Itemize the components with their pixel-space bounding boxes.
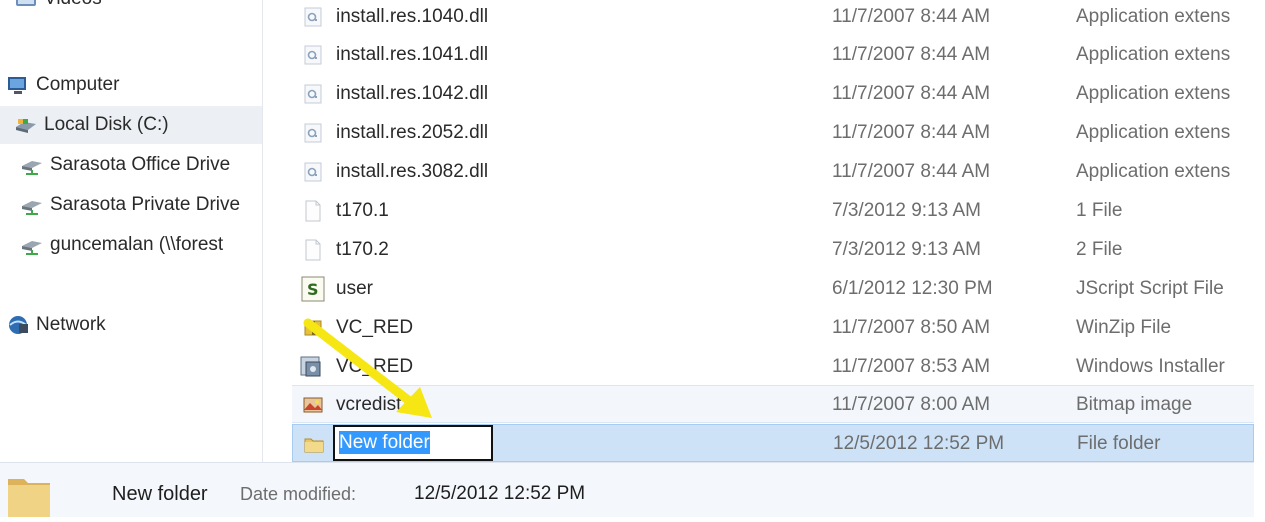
file-row[interactable]: t170.1 7/3/2012 9:13 AM 1 File: [292, 192, 1254, 230]
dll-file-icon: [302, 83, 324, 105]
network-drive-icon: [20, 234, 44, 256]
file-row[interactable]: install.res.1041.dll 11/7/2007 8:44 AM A…: [292, 36, 1254, 74]
nav-item-label: Sarasota Office Drive: [50, 154, 231, 175]
file-type: File folder: [1077, 433, 1161, 454]
file-row[interactable]: t170.2 7/3/2012 9:13 AM 2 File: [292, 231, 1254, 269]
winzip-file-icon: [302, 317, 324, 339]
dll-file-icon: [302, 44, 324, 66]
rename-input[interactable]: New folder: [333, 425, 493, 461]
nav-item-label: guncemalan (\\forest: [50, 234, 224, 255]
file-list: install.res.1040.dll 11/7/2007 8:44 AM A…: [292, 0, 1254, 462]
file-date: 6/1/2012 12:30 PM: [832, 278, 993, 299]
file-type: Application extens: [1076, 83, 1231, 104]
dll-file-icon: [302, 6, 324, 28]
file-row-new-folder[interactable]: New folder 12/5/2012 12:52 PM File folde…: [292, 424, 1254, 462]
bitmap-file-icon: [302, 394, 324, 416]
file-date: 11/7/2007 8:44 AM: [832, 83, 991, 104]
rename-text: New folder: [339, 431, 430, 454]
file-name: VC_RED: [336, 317, 414, 338]
file-row[interactable]: install.res.2052.dll 11/7/2007 8:44 AM A…: [292, 114, 1254, 152]
file-type: 2 File: [1076, 239, 1123, 260]
dll-file-icon: [302, 122, 324, 144]
nav-item-sarasota-private-drive[interactable]: Sarasota Private Drive: [0, 186, 262, 224]
nav-item-label: Videos: [44, 0, 102, 10]
file-type: Application extens: [1076, 161, 1231, 182]
details-item-name: New folder: [112, 483, 208, 505]
nav-item-sarasota-office-drive[interactable]: Sarasota Office Drive: [0, 146, 262, 184]
file-date: 7/3/2012 9:13 AM: [832, 200, 981, 221]
file-name: vcredist: [336, 394, 402, 415]
file-name: t170.2: [336, 239, 389, 260]
file-type: JScript Script File: [1076, 278, 1224, 299]
file-date: 7/3/2012 9:13 AM: [832, 239, 981, 260]
file-name: t170.1: [336, 200, 389, 221]
blank-file-icon: [302, 200, 324, 222]
file-date: 11/7/2007 8:50 AM: [832, 317, 991, 338]
nav-item-local-disk[interactable]: Local Disk (C:): [0, 106, 262, 144]
nav-item-videos[interactable]: Videos: [0, 0, 262, 18]
file-name: user: [336, 278, 373, 299]
file-row[interactable]: install.res.3082.dll 11/7/2007 8:44 AM A…: [292, 153, 1254, 191]
file-type: Application extens: [1076, 122, 1231, 143]
file-type: Bitmap image: [1076, 394, 1193, 415]
jscript-file-icon: S: [300, 276, 326, 302]
network-drive-icon: [20, 154, 44, 176]
local-disk-icon: [14, 114, 38, 136]
folder-icon: [303, 433, 325, 455]
file-name: VC_RED: [336, 356, 414, 377]
file-type: 1 File: [1076, 200, 1123, 221]
network-drive-icon: [20, 194, 44, 216]
file-date: 11/7/2007 8:44 AM: [832, 6, 991, 27]
computer-icon: [6, 74, 30, 96]
videos-library-icon: [14, 0, 38, 10]
svg-text:S: S: [307, 280, 319, 299]
details-date-value: 12/5/2012 12:52 PM: [414, 483, 586, 504]
folder-icon: [6, 471, 58, 517]
file-type: Windows Installer: [1076, 356, 1225, 377]
file-date: 11/7/2007 8:44 AM: [832, 161, 991, 182]
navigation-pane: Videos Computer Local Disk (C:) Sarasota…: [0, 0, 263, 462]
file-row[interactable]: install.res.1040.dll 11/7/2007 8:44 AM A…: [292, 0, 1254, 36]
file-date: 11/7/2007 8:44 AM: [832, 122, 991, 143]
blank-file-icon: [302, 239, 324, 261]
file-type: Application extens: [1076, 6, 1231, 27]
nav-item-computer[interactable]: Computer: [0, 66, 262, 104]
details-pane: New folder Date modified: 12/5/2012 12:5…: [0, 462, 1254, 517]
dll-file-icon: [302, 161, 324, 183]
file-name: install.res.1041.dll: [336, 44, 489, 65]
file-type: WinZip File: [1076, 317, 1172, 338]
file-name: install.res.1040.dll: [336, 6, 489, 27]
file-row[interactable]: S user 6/1/2012 12:30 PM JScript Script …: [292, 270, 1254, 308]
file-row[interactable]: install.res.1042.dll 11/7/2007 8:44 AM A…: [292, 75, 1254, 113]
nav-item-network[interactable]: Network: [0, 306, 262, 344]
nav-item-label: Local Disk (C:): [44, 114, 169, 135]
file-date: 11/7/2007 8:00 AM: [832, 394, 991, 415]
nav-item-label: Sarasota Private Drive: [50, 194, 241, 215]
file-row[interactable]: VC_RED 11/7/2007 8:50 AM WinZip File: [292, 309, 1254, 347]
file-row[interactable]: VC_RED 11/7/2007 8:53 AM Windows Install…: [292, 348, 1254, 386]
file-name: install.res.2052.dll: [336, 122, 489, 143]
nav-item-label: Computer: [36, 74, 120, 95]
file-row[interactable]: vcredist 11/7/2007 8:00 AM Bitmap image: [292, 385, 1254, 423]
file-name: install.res.1042.dll: [336, 83, 489, 104]
file-date: 11/7/2007 8:53 AM: [832, 356, 991, 377]
network-icon: [6, 314, 30, 336]
file-type: Application extens: [1076, 44, 1231, 65]
file-date: 12/5/2012 12:52 PM: [833, 433, 1005, 454]
file-date: 11/7/2007 8:44 AM: [832, 44, 991, 65]
nav-item-guncemalan[interactable]: guncemalan (\\forest: [0, 226, 262, 264]
nav-item-label: Network: [36, 314, 106, 335]
details-date-label: Date modified:: [240, 484, 357, 504]
file-name: install.res.3082.dll: [336, 161, 489, 182]
installer-file-icon: [298, 354, 326, 380]
